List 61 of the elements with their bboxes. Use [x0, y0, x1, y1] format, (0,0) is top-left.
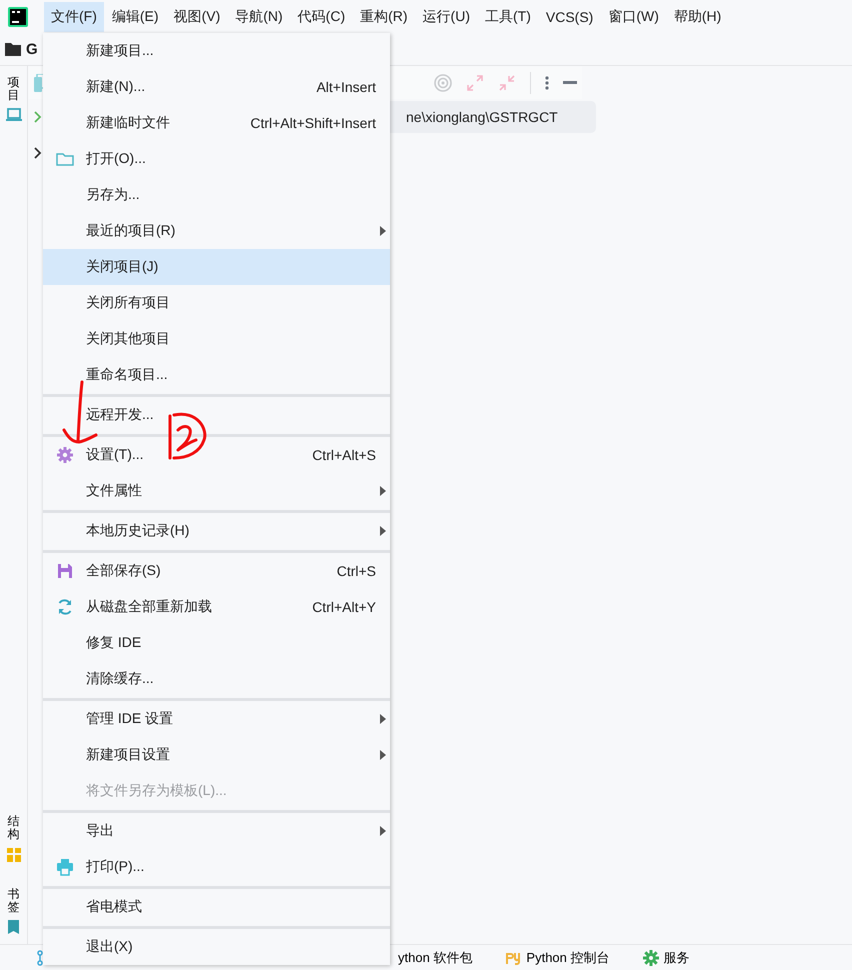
structure-icon — [4, 846, 22, 864]
menu-item[interactable]: 文件(F) — [44, 2, 104, 32]
menu-item[interactable]: VCS(S) — [538, 2, 600, 32]
menu-item[interactable]: 视图(V) — [166, 2, 228, 32]
shortcut-text: Alt+Insert — [316, 79, 376, 95]
menu-item[interactable]: 新建(N)... Alt+Insert — [43, 69, 390, 105]
menu-item[interactable]: 导出 — [43, 813, 390, 849]
menu-item[interactable]: 退出(X) — [43, 929, 390, 965]
menu-item[interactable]: 新建临时文件 Ctrl+Alt+Shift+Insert — [43, 105, 390, 141]
menu-item[interactable]: 本地历史记录(H) — [43, 513, 390, 549]
menu-item[interactable]: 修复 IDE — [43, 625, 390, 661]
menu-item[interactable]: 设置(T)... Ctrl+Alt+S — [43, 437, 390, 473]
shortcut-text: Ctrl+Alt+S — [312, 447, 376, 463]
menu-item[interactable]: 远程开发... — [43, 397, 390, 433]
shortcut-text: Ctrl+Alt+Y — [312, 599, 376, 615]
menu-item[interactable]: 管理 IDE 设置 — [43, 701, 390, 737]
tool-window-button[interactable]: ython 软件包 — [398, 948, 472, 966]
expand-icon[interactable] — [466, 74, 484, 92]
menu-item[interactable]: 文件属性 — [43, 473, 390, 509]
menu-item[interactable]: 导航(N) — [228, 2, 290, 32]
more-icon[interactable] — [545, 76, 549, 90]
tool-window-button[interactable]: 书签 — [4, 888, 22, 936]
menu-item[interactable]: 新建项目设置 — [43, 737, 390, 773]
shortcut-text: Ctrl+S — [336, 563, 376, 579]
tool-window-button[interactable]: Python 控制台 — [504, 948, 610, 966]
menu-item[interactable]: 工具(T) — [478, 2, 538, 32]
menu-item[interactable]: 帮助(H) — [666, 2, 728, 32]
project-title: G — [26, 40, 38, 58]
menu-item[interactable]: 窗口(W) — [601, 2, 666, 32]
menu-item[interactable]: 关闭所有项目 — [43, 285, 390, 321]
menu-item[interactable]: 从磁盘全部重新加载 Ctrl+Alt+Y — [43, 589, 390, 625]
menu-item[interactable]: 关闭其他项目 — [43, 321, 390, 357]
menu-item[interactable]: 清除缓存... — [43, 661, 390, 697]
menu-item[interactable]: 运行(U) — [416, 2, 477, 32]
collapse-icon[interactable] — [498, 74, 516, 92]
shortcut-text: Ctrl+Alt+Shift+Insert — [250, 115, 376, 131]
tool-window-button[interactable]: 结构 — [4, 815, 22, 864]
app-logo-icon — [8, 6, 28, 26]
target-icon[interactable] — [434, 74, 452, 92]
tool-window-button[interactable]: 项目 — [4, 76, 22, 124]
tool-window-button[interactable]: 服务 — [642, 948, 690, 966]
menu-item[interactable]: 重命名项目... — [43, 357, 390, 393]
settings-icon — [55, 445, 75, 465]
gear-icon — [642, 949, 659, 966]
menu-item[interactable]: 代码(C) — [290, 2, 352, 32]
menu-item[interactable]: 全部保存(S) Ctrl+S — [43, 553, 390, 589]
minimize-icon[interactable] — [563, 80, 577, 84]
chevron-icon[interactable] — [34, 147, 42, 159]
branch-icon[interactable] — [36, 950, 44, 966]
printer-icon — [55, 857, 75, 877]
copy-icon[interactable] — [34, 74, 46, 92]
menu-item[interactable]: 打印(P)... — [43, 849, 390, 885]
menu-item[interactable]: 最近的项目(R) — [43, 213, 390, 249]
menu-item[interactable]: 重构(R) — [353, 2, 415, 32]
menu-item[interactable]: 新建项目... — [43, 33, 390, 69]
menu-item[interactable]: 编辑(E) — [104, 2, 166, 32]
menu-item[interactable]: 打开(O)... — [43, 141, 390, 177]
menu-item[interactable]: 另存为... — [43, 177, 390, 213]
menu-item[interactable]: 关闭项目(J) — [43, 249, 390, 285]
menu-item[interactable]: 省电模式 — [43, 889, 390, 925]
folder-icon — [5, 42, 21, 56]
